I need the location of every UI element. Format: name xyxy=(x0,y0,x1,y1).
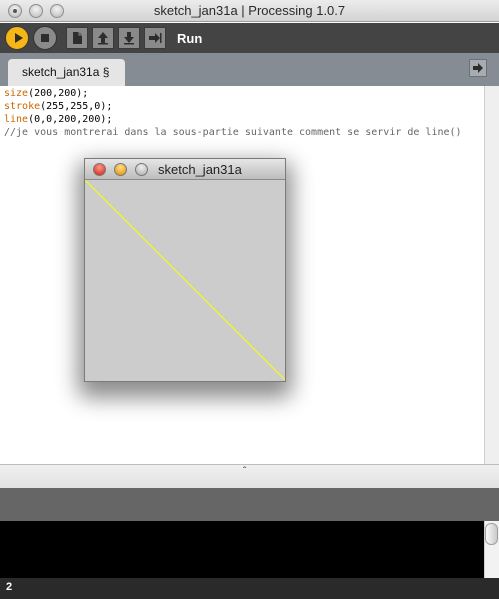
code-function: size xyxy=(4,88,29,99)
code-args: (255,255,0); xyxy=(40,101,113,112)
stop-button[interactable] xyxy=(33,26,57,50)
code-function: line xyxy=(4,114,29,125)
open-icon xyxy=(98,32,108,45)
console[interactable] xyxy=(0,521,499,578)
window-title: sketch_jan31a | Processing 1.0.7 xyxy=(153,3,346,18)
code-line: line(0,0,200,200); xyxy=(4,113,462,126)
sketch-canvas xyxy=(85,180,285,380)
console-scroll-thumb[interactable] xyxy=(485,523,498,545)
code-line: size(200,200); xyxy=(4,87,462,100)
sketch-window[interactable]: sketch_jan31a xyxy=(84,158,286,382)
sketch-title: sketch_jan31a xyxy=(158,162,242,177)
divider-handle-icon[interactable]: ˆ xyxy=(243,466,246,477)
new-button[interactable] xyxy=(66,27,88,49)
minimize-icon[interactable] xyxy=(114,163,127,176)
editor-scrollbar[interactable] xyxy=(484,86,499,464)
export-icon xyxy=(149,33,162,43)
close-icon[interactable] xyxy=(93,163,106,176)
save-button[interactable] xyxy=(118,27,140,49)
line-number: 2 xyxy=(6,581,13,593)
code-function: stroke xyxy=(4,101,41,112)
code-line: stroke(255,255,0); xyxy=(4,100,462,113)
run-button[interactable] xyxy=(5,26,29,50)
export-button[interactable] xyxy=(144,27,166,49)
editor-console-divider[interactable]: ˆ xyxy=(0,464,499,488)
code-area: size(200,200); stroke(255,255,0); line(0… xyxy=(4,87,462,139)
tab-menu-button[interactable] xyxy=(469,59,487,77)
save-icon xyxy=(124,32,134,45)
tab-bar: sketch_jan31a § xyxy=(0,53,499,86)
new-icon xyxy=(73,32,82,44)
code-args: (200,200); xyxy=(28,88,89,99)
message-area xyxy=(0,488,499,521)
toolbar xyxy=(0,23,499,53)
status-bar: 2 xyxy=(0,578,499,599)
window-titlebar: sketch_jan31a | Processing 1.0.7 xyxy=(0,0,499,22)
run-label: Run xyxy=(177,31,203,46)
arrow-right-icon xyxy=(473,63,483,73)
code-args: (0,0,200,200); xyxy=(28,114,113,125)
tab-sketch[interactable]: sketch_jan31a § xyxy=(8,59,125,86)
open-button[interactable] xyxy=(92,27,114,49)
tab-label: sketch_jan31a § xyxy=(22,65,110,79)
zoom-icon[interactable] xyxy=(135,163,148,176)
sketch-titlebar: sketch_jan31a xyxy=(85,159,285,180)
code-comment: //je vous montrerai dans la sous-partie … xyxy=(4,127,462,138)
